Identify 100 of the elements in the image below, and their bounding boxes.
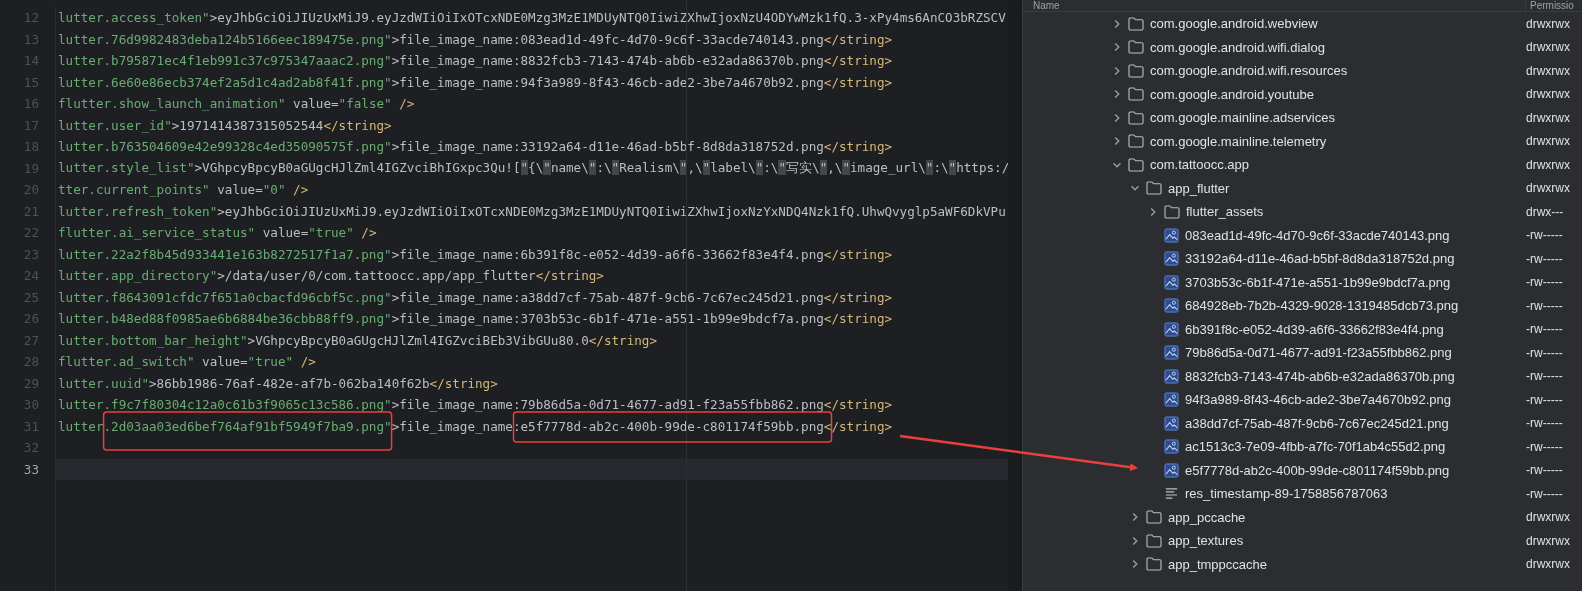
permissions-text: -rw----- (1526, 345, 1564, 360)
file-name[interactable]: ac1513c3-7e09-4fbb-a7fc-70f1ab4c55d2.png (1185, 439, 1446, 455)
chevron-right-icon[interactable] (1130, 512, 1140, 523)
permissions-text: drwxrwx (1526, 181, 1571, 196)
folder-icon (1146, 533, 1162, 548)
folder-icon (1128, 16, 1144, 31)
file-name[interactable]: com.google.android.webview (1150, 16, 1318, 32)
chevron-right-icon[interactable] (1112, 136, 1122, 147)
file-name[interactable]: 8832fcb3-7143-474b-ab6b-e32ada86370b.png (1185, 368, 1455, 384)
file-name[interactable]: 083ead1d-49fc-4d70-9c6f-33acde740143.png (1185, 227, 1450, 243)
code-line: lutter.refresh_token">eyJhbGciOiJIUzUxMiJ9.eyJzdWIiOiIxOTcxNDE0Mzg3MzE1MDUyNTQ0IiwiZXhwIjoxNzYxNDQ4Nzk1fQ.UhwQvyglp5aWF6DkVPu (58, 203, 1006, 219)
image-file-icon (1164, 227, 1179, 243)
file-name[interactable]: 6b391f8c-e052-4d39-a6f6-33662f83e4f4.png (1185, 321, 1444, 337)
image-file-icon (1164, 415, 1179, 431)
permissions-text: drwxrwx (1526, 110, 1571, 125)
code-line: lutter.app_directory">/data/user/0/com.tattoocc.app/app_flutter</string> (58, 268, 604, 284)
code-line: lutter.6e60e86ecb374ef2a5d1c4ad2ab8f41f.png">file_image_name:94f3a989-8f43-46cb-ade2-3be7a4670b92.png</string> (58, 74, 893, 90)
file-name[interactable]: app_flutter (1168, 180, 1230, 196)
code-line: tter.current_points" value="0" /> (58, 182, 309, 198)
file-name[interactable]: com.google.mainline.adservices (1150, 110, 1335, 126)
image-file-icon (1164, 251, 1179, 267)
permissions-text: -rw----- (1526, 322, 1564, 337)
permissions-text: -rw----- (1526, 298, 1564, 313)
code-line: lutter.f8643091cfdc7f651a0cbacfd96cbf5c.png">file_image_name:a38dd7cf-75ab-487f-9cb6-7c67ec245d21.png</string> (58, 289, 893, 305)
line-number: 33 (23, 461, 39, 477)
image-file-icon (1164, 439, 1179, 455)
chevron-right-icon[interactable] (1130, 535, 1140, 546)
folder-icon (1146, 557, 1162, 572)
file-name[interactable]: 684928eb-7b2b-4329-9028-1319485dcb73.png (1185, 298, 1459, 314)
code-line: lutter.style_list">VGhpcyBpcyB0aGUgcHJlZml4IGZvciBhIGxpc3Qu!["{\"name\":\"Realism\",\"label\":\"写实\",\"image_url\":\"https:/ (58, 159, 1010, 177)
folder-icon (1146, 510, 1162, 525)
file-name[interactable]: res_timestamp-89-1758856787063 (1185, 486, 1388, 502)
code-line: lutter.bottom_bar_height">VGhpcyBpcyB0aGUgcHJlZml4IGZvciBEb3VibGUu80.0</string> (58, 332, 657, 348)
file-name[interactable]: app_textures (1168, 533, 1244, 549)
file-name[interactable]: com.google.android.wifi.dialog (1150, 39, 1325, 55)
code-line: lutter.b763504609e42e99328c4ed35090575f.png">file_image_name:33192a64-d11e-46ad-b5bf-8d8da318752d.png</string> (58, 139, 893, 155)
chevron-right-icon[interactable] (1148, 206, 1158, 217)
permissions-text: drwxrwx (1526, 557, 1571, 572)
permissions-text: -rw----- (1526, 251, 1564, 266)
code-line: lutter.22a2f8b45d933441e163b8272517f1a7.png">file_image_name:6b391f8c-e052-4d39-a6f6-33662f83e4f4.png</string> (58, 246, 893, 262)
chevron-right-icon[interactable] (1112, 42, 1122, 53)
image-file-icon (1164, 345, 1179, 361)
permissions-text: drwxrwx (1526, 157, 1571, 172)
file-name[interactable]: com.google.mainline.telemetry (1150, 133, 1327, 149)
permissions-text: -rw----- (1526, 392, 1564, 407)
file-name[interactable]: com.google.android.youtube (1150, 86, 1315, 102)
code-line: lutter.user_id">1971414387315052544</string> (58, 117, 392, 133)
chevron-right-icon[interactable] (1130, 559, 1140, 570)
permissions-text: -rw----- (1526, 416, 1564, 431)
chevron-right-icon[interactable] (1112, 18, 1122, 29)
image-file-icon (1164, 462, 1179, 478)
permissions-text: drwxrwx (1526, 16, 1571, 31)
file-name[interactable]: 3703b53c-6b1f-471e-a551-1b99e9bdcf7a.png (1185, 274, 1451, 290)
text-file-icon (1164, 486, 1179, 502)
permissions-text: -rw----- (1526, 439, 1564, 454)
column-header[interactable]: Name (1023, 0, 1060, 11)
folder-icon (1128, 157, 1144, 172)
image-file-icon (1164, 368, 1179, 384)
permissions-text: -rw----- (1526, 369, 1564, 384)
folder-icon (1128, 40, 1144, 55)
chevron-right-icon[interactable] (1112, 65, 1122, 76)
file-name[interactable]: app_pccache (1168, 509, 1246, 525)
chevron-right-icon[interactable] (1112, 112, 1122, 123)
file-name[interactable]: 94f3a989-8f43-46cb-ade2-3be7a4670b92.png (1185, 392, 1451, 408)
permissions-text: -rw----- (1526, 463, 1564, 478)
permissions-text: drwxrwx (1526, 134, 1571, 149)
code-line: flutter.ai_service_status" value="true" /> (58, 225, 377, 241)
permissions-text: drwx--- (1526, 204, 1565, 219)
code-line: flutter.ad_switch" value="true" /> (58, 354, 316, 370)
permissions-text: -rw----- (1526, 228, 1564, 243)
folder-icon (1128, 134, 1144, 149)
file-name[interactable]: com.google.android.wifi.resources (1150, 63, 1348, 79)
image-file-icon (1164, 392, 1179, 408)
file-name[interactable]: e5f7778d-ab2c-400b-99de-c801174f59bb.png (1185, 462, 1450, 478)
file-name[interactable]: com.tattoocc.app (1150, 157, 1249, 173)
scrollbar-track[interactable] (1008, 0, 1023, 591)
folder-icon (1128, 110, 1144, 125)
file-name[interactable]: 33192a64-d11e-46ad-b5bf-8d8da318752d.png (1185, 251, 1455, 267)
permissions-text: drwxrwx (1526, 87, 1571, 102)
permissions-text: -rw----- (1526, 275, 1564, 290)
file-name[interactable]: 79b86d5a-0d71-4677-ad91-f23a55fbb862.png (1185, 345, 1452, 361)
file-name[interactable]: a38dd7cf-75ab-487f-9cb6-7c67ec245d21.png (1185, 415, 1449, 431)
code-line: lutter.uuid">86bb1986-76af-482e-af7b-062ba140f62b</string> (58, 375, 498, 391)
column-header[interactable]: Permissio (1525, 0, 1582, 11)
file-name[interactable]: app_tmppccache (1168, 556, 1267, 572)
code-line: lutter.76d9982483deba124b5166eec189475e.png">file_image_name:083ead1d-49fc-4d70-9c6f-33acde740143.png</string> (58, 31, 893, 47)
chevron-right-icon[interactable] (1112, 89, 1122, 100)
code-line: flutter.show_launch_animation" value="false" /> (58, 96, 415, 112)
image-file-icon (1164, 321, 1179, 337)
folder-icon (1164, 204, 1180, 219)
folder-icon (1146, 181, 1162, 196)
permissions-text: drwxrwx (1526, 510, 1571, 525)
folder-icon (1128, 63, 1144, 78)
permissions-text: drwxrwx (1526, 533, 1571, 548)
code-line: lutter.b795871ec4f1eb991c37c975347aaac2.png">file_image_name:8832fcb3-7143-474b-ab6b-e32ada86370b.png</string> (58, 53, 893, 69)
code-line: lutter.b48ed88f0985ae6b6884be36cbb88ff9.png">file_image_name:3703b53c-6b1f-471e-a551-1b99e9bdcf7a.png</string> (58, 311, 893, 327)
image-file-icon (1164, 274, 1179, 290)
permissions-text: drwxrwx (1526, 40, 1571, 55)
code-line: lutter.access_token">eyJhbGciOiJIUzUxMiJ9.eyJzdWIiOiIxOTcxNDE0Mzg3MzE1MDUyNTQ0IiwiZXhwIjoxNzU4ODYwMzk1fQ.3-xPy4ms6AnCO3bRZSCV (58, 10, 1006, 26)
file-name[interactable]: flutter_assets (1186, 204, 1264, 220)
